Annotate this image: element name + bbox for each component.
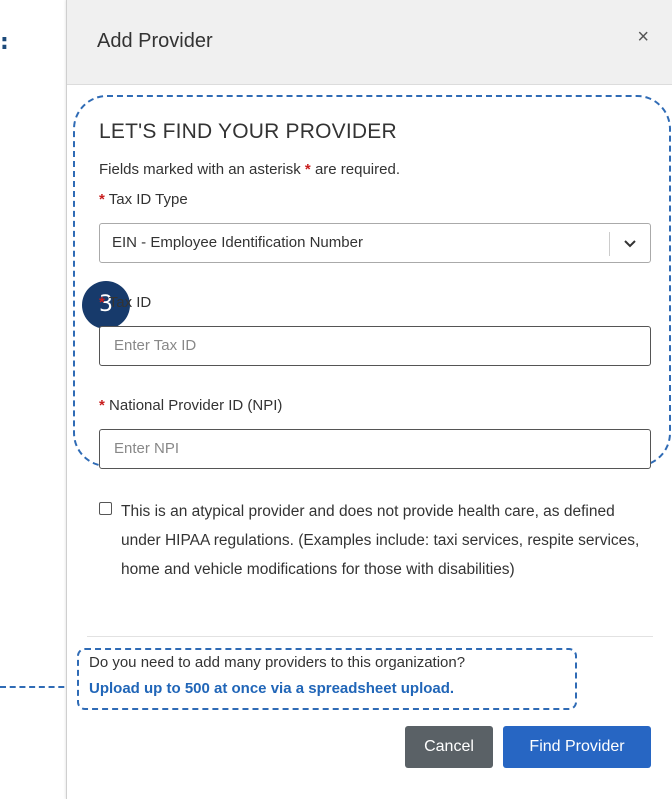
required-asterisk: *: [304, 161, 311, 178]
dashed-connector-line: [0, 686, 74, 688]
required-note-text: Fields marked with an asterisk: [99, 161, 301, 178]
section-title: LET'S FIND YOUR PROVIDER: [99, 120, 397, 143]
tax-id-type-label: * Tax ID Type: [99, 191, 188, 208]
modal-title: Add Provider: [97, 30, 213, 52]
npi-placeholder: Enter NPI: [114, 440, 180, 457]
npi-label-text: National Provider ID (NPI): [109, 397, 283, 414]
select-separator: [609, 232, 610, 256]
cancel-button[interactable]: Cancel: [405, 726, 493, 768]
tax-id-type-value: EIN - Employee Identification Number: [112, 234, 363, 251]
tax-id-type-label-text: Tax ID Type: [108, 191, 188, 208]
required-asterisk: *: [99, 191, 105, 208]
close-icon[interactable]: ×: [637, 26, 649, 49]
required-asterisk: *: [99, 294, 105, 311]
checkbox-icon[interactable]: [99, 502, 112, 515]
npi-label: * National Provider ID (NPI): [99, 397, 282, 414]
chevron-down-icon[interactable]: [620, 234, 640, 254]
required-note: Fields marked with an asterisk * are req…: [99, 161, 400, 178]
tax-id-type-select[interactable]: EIN - Employee Identification Number: [99, 223, 651, 263]
tax-id-placeholder: Enter Tax ID: [114, 337, 197, 354]
required-note-text-end: are required.: [314, 161, 400, 178]
atypical-provider-label: This is an atypical provider and does no…: [121, 503, 640, 578]
tax-id-label: * Tax ID: [99, 294, 151, 311]
npi-input[interactable]: Enter NPI: [99, 429, 651, 469]
required-asterisk: *: [99, 397, 105, 414]
divider: [87, 636, 653, 637]
modal-header: Add Provider ×: [67, 0, 672, 85]
tax-id-label-text: Tax ID: [108, 294, 152, 311]
tax-id-input[interactable]: Enter Tax ID: [99, 326, 651, 366]
find-provider-button[interactable]: Find Provider: [503, 726, 651, 768]
left-marker: :: [0, 30, 9, 55]
bulk-upload-link[interactable]: Upload up to 500 at once via a spreadshe…: [89, 680, 454, 697]
bulk-upload-question: Do you need to add many providers to thi…: [89, 654, 466, 671]
add-provider-modal: Add Provider × LET'S FIND YOUR PROVIDER …: [66, 0, 672, 799]
